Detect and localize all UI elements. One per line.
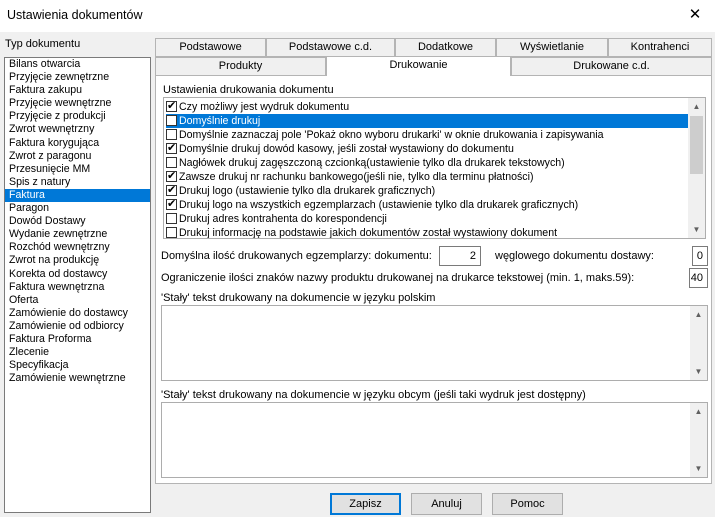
scroll-down-icon[interactable]: ▼ <box>690 460 707 477</box>
doc-type-item[interactable]: Oferta <box>5 294 150 307</box>
print-option-row[interactable]: ✔ Zawsze drukuj nr rachunku bankowego(jeś… <box>166 170 533 184</box>
checkmark-icon: ✔ <box>167 100 177 112</box>
print-option-row[interactable]: Domyślnie drukuj <box>166 114 689 128</box>
checkbox[interactable] <box>166 213 177 224</box>
fixed-text-foreign-field[interactable]: ▲ ▼ <box>161 402 708 478</box>
doc-type-item[interactable]: Przyjęcie z produkcji <box>5 110 150 123</box>
name-limit-input[interactable]: 40 <box>689 268 708 288</box>
doc-type-item[interactable]: Przyjęcie wewnętrzne <box>5 97 150 110</box>
print-option-label: Nagłówek drukuj zagęszczoną czcionką(ust… <box>179 157 565 169</box>
print-option-label: Drukuj logo na wszystkich egzemplarzach … <box>179 199 579 211</box>
print-option-label: Domyślnie drukuj dowód kasowy, jeśli zos… <box>179 143 514 155</box>
checkmark-icon: ✔ <box>167 184 177 196</box>
checkbox[interactable] <box>166 157 177 168</box>
tab-drukowane-cd[interactable]: Drukowane c.d. <box>511 57 712 76</box>
print-option-row[interactable]: Domyślnie zaznaczaj pole 'Pokaż okno wyb… <box>166 128 603 142</box>
checkmark-icon: ✔ <box>167 198 177 210</box>
print-option-row[interactable]: ✔ Drukuj logo (ustawienie tylko dla druka… <box>166 184 435 198</box>
checkbox[interactable]: ✔ <box>166 184 177 196</box>
print-option-label: Czy możliwy jest wydruk dokumentu <box>179 101 350 113</box>
textarea-pl-scrollbar[interactable]: ▲ ▼ <box>690 306 707 380</box>
print-option-label: Domyślnie drukuj <box>179 115 261 127</box>
print-option-label: Drukuj logo (ustawienie tylko dla drukar… <box>179 185 436 197</box>
doc-type-item[interactable]: Spis z natury <box>5 176 150 189</box>
tab-wyswietlanie[interactable]: Wyświetlanie <box>496 38 608 57</box>
scroll-up-icon[interactable]: ▲ <box>690 306 707 323</box>
help-button[interactable]: Pomoc <box>492 493 563 515</box>
doc-type-item[interactable]: Dowód Dostawy <box>5 215 150 228</box>
doc-type-item[interactable]: Rozchód wewnętrzny <box>5 241 150 254</box>
title-bar: Ustawienia dokumentów ✕ <box>0 0 715 32</box>
print-option-row[interactable]: ✔ Drukuj logo na wszystkich egzemplarzach… <box>166 198 578 212</box>
print-option-row[interactable]: Nagłówek drukuj zagęszczoną czcionką(ust… <box>166 156 565 170</box>
save-button[interactable]: Zapisz <box>330 493 401 515</box>
name-limit-label: Ograniczenie ilości znaków nazwy produkt… <box>161 272 635 284</box>
checkbox[interactable]: ✔ <box>166 142 177 154</box>
doc-type-item[interactable]: Zlecenie <box>5 346 150 359</box>
checkbox[interactable]: ✔ <box>166 170 177 182</box>
vertical-scrollbar[interactable]: ▲ ▼ <box>688 98 705 238</box>
copies-receipt-label: węglowego dokumentu dostawy: <box>495 250 654 262</box>
doc-type-item[interactable]: Zwrot na produkcję <box>5 254 150 267</box>
checkbox[interactable] <box>166 129 177 140</box>
print-option-label: Drukuj adres kontrahenta do korespondenc… <box>179 213 387 225</box>
textarea-foreign-scrollbar[interactable]: ▲ ▼ <box>690 403 707 477</box>
tab-dodatkowe[interactable]: Dodatkowe <box>395 38 496 57</box>
print-option-label: Domyślnie zaznaczaj pole 'Pokaż okno wyb… <box>179 129 604 141</box>
print-option-row[interactable]: Drukuj adres kontrahenta do korespondenc… <box>166 212 387 226</box>
checkmark-icon: ✔ <box>167 170 177 182</box>
doc-type-list[interactable]: Bilans otwarcia Przyjęcie zewnętrzne Faktu… <box>4 57 151 513</box>
print-option-row[interactable]: ✔ Czy możliwy jest wydruk dokumentu <box>166 100 349 114</box>
doc-type-item[interactable]: Wydanie zewnętrzne <box>5 228 150 241</box>
scroll-up-icon[interactable]: ▲ <box>690 403 707 420</box>
doc-type-item[interactable]: Zamówienie do dostawcy <box>5 307 150 320</box>
tab-kontrahenci[interactable]: Kontrahenci <box>608 38 712 57</box>
window-title: Ustawienia dokumentów <box>7 8 143 22</box>
doc-type-label: Typ dokumentu <box>5 38 81 50</box>
tab-drukowanie[interactable]: Drukowanie <box>326 56 511 76</box>
doc-type-item[interactable]: Faktura wewnętrzna <box>5 281 150 294</box>
checkbox[interactable] <box>166 227 177 238</box>
copies-receipt-input[interactable]: 0 <box>692 246 708 266</box>
doc-type-item[interactable]: Przesunięcie MM <box>5 163 150 176</box>
doc-type-item[interactable]: Przyjęcie zewnętrzne <box>5 71 150 84</box>
print-option-label: Drukuj informację na podstawie jakich do… <box>179 227 558 239</box>
scroll-down-icon[interactable]: ▼ <box>688 221 705 238</box>
print-option-label: Zawsze drukuj nr rachunku bankowego(jeśl… <box>179 171 534 183</box>
doc-type-item[interactable]: Faktura zakupu <box>5 84 150 97</box>
checkmark-icon: ✔ <box>167 142 177 154</box>
doc-type-item[interactable]: Zwrot wewnętrzny <box>5 123 150 136</box>
doc-type-item[interactable]: Zamówienie wewnętrzne <box>5 372 150 385</box>
doc-type-item[interactable]: Zwrot z paragonu <box>5 150 150 163</box>
fixed-text-pl-field[interactable]: ▲ ▼ <box>161 305 708 381</box>
scroll-thumb[interactable] <box>690 116 703 174</box>
print-settings-label: Ustawienia drukowania dokumentu <box>163 84 334 96</box>
checkbox[interactable]: ✔ <box>166 100 177 112</box>
tab-podstawowe-cd[interactable]: Podstawowe c.d. <box>266 38 395 57</box>
tab-produkty[interactable]: Produkty <box>155 57 326 76</box>
doc-type-item[interactable]: Paragon <box>5 202 150 215</box>
close-icon[interactable]: ✕ <box>685 5 705 25</box>
doc-type-item[interactable]: Specyfikacja <box>5 359 150 372</box>
copies-label: Domyślna ilość drukowanych egzemplarzy: … <box>161 250 432 262</box>
scroll-down-icon[interactable]: ▼ <box>690 363 707 380</box>
doc-type-item[interactable]: Faktura korygująca <box>5 137 150 150</box>
print-option-row[interactable]: Drukuj informację na podstawie jakich do… <box>166 226 558 239</box>
doc-type-item[interactable]: Bilans otwarcia <box>5 58 150 71</box>
doc-type-item[interactable]: Korekta od dostawcy <box>5 268 150 281</box>
checkbox[interactable] <box>166 115 177 126</box>
tab-podstawowe[interactable]: Podstawowe <box>155 38 266 57</box>
scroll-up-icon[interactable]: ▲ <box>688 98 705 115</box>
doc-type-item[interactable]: Faktura Proforma <box>5 333 150 346</box>
doc-type-item[interactable]: Zamówienie od odbiorcy <box>5 320 150 333</box>
cancel-button[interactable]: Anuluj <box>411 493 482 515</box>
fixed-text-pl-label: 'Stały' tekst drukowany na dokumencie w … <box>161 292 436 304</box>
doc-type-item[interactable]: Faktura <box>5 188 150 203</box>
print-option-row[interactable]: ✔ Domyślnie drukuj dowód kasowy, jeśli zo… <box>166 142 514 156</box>
fixed-text-foreign-label: 'Stały' tekst drukowany na dokumencie w … <box>161 389 586 401</box>
copies-doc-input[interactable]: 2 <box>439 246 481 266</box>
print-options-list[interactable]: ✔ Czy możliwy jest wydruk dokumentu Domyśl… <box>163 97 706 239</box>
checkbox[interactable]: ✔ <box>166 198 177 210</box>
